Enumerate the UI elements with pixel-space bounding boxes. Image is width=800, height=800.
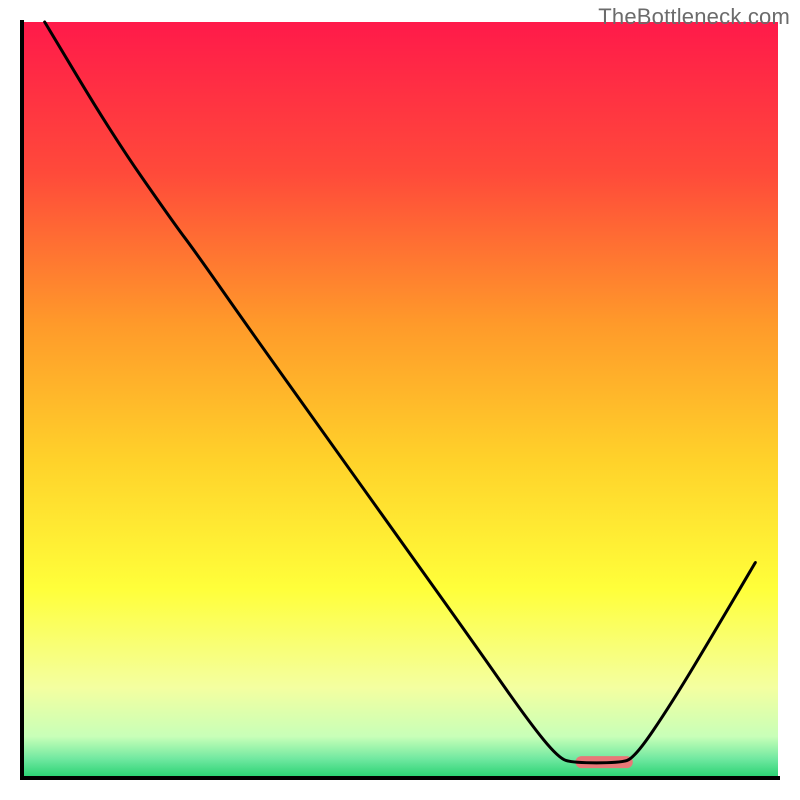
chart-svg (0, 0, 800, 800)
bottleneck-chart: TheBottleneck.com (0, 0, 800, 800)
gradient-bg (22, 22, 778, 778)
watermark-label: TheBottleneck.com (598, 4, 790, 30)
plot-area (20, 20, 780, 780)
